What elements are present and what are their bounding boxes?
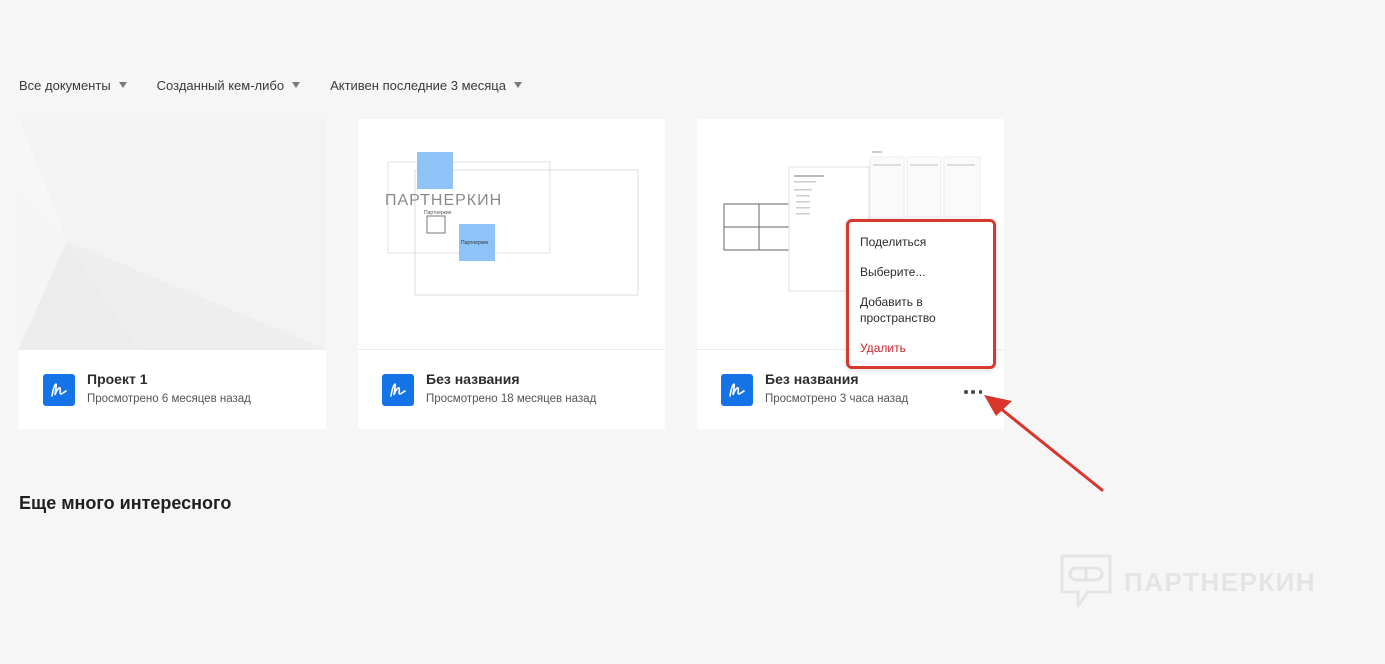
watermark-text: ПАРТНЕРКИН bbox=[1124, 566, 1317, 597]
watermark: ПАРТНЕРКИН bbox=[1058, 552, 1316, 612]
card-thumbnail[interactable]: ПАРТНЕРКИН Партнеркин Партнеркин bbox=[358, 119, 665, 349]
card-footer: Проект 1 Просмотрено 6 месяцев назад bbox=[19, 350, 326, 429]
filter-label: Все документы bbox=[19, 77, 111, 93]
menu-item-add-to-space[interactable]: Добавить в пространство bbox=[849, 291, 993, 329]
filter-label: Активен последние 3 месяца bbox=[330, 77, 506, 93]
filter-active-period[interactable]: Активен последние 3 месяца bbox=[330, 76, 522, 94]
card-footer: Без названия Просмотрено 18 месяцев наза… bbox=[358, 350, 665, 429]
card-subtitle: Просмотрено 3 часа назад bbox=[765, 393, 909, 405]
card-title: Без названия bbox=[426, 371, 520, 387]
sticky-note bbox=[417, 152, 453, 189]
abstract-thumbnail-image bbox=[19, 119, 326, 349]
filter-created-by[interactable]: Созданный кем-либо bbox=[156, 76, 301, 94]
card-subtitle: Просмотрено 6 месяцев назад bbox=[87, 393, 251, 405]
caret-down-icon bbox=[118, 82, 127, 88]
filter-bar: Все документы Созданный кем-либо Активен… bbox=[19, 76, 552, 94]
signature-icon bbox=[382, 374, 414, 406]
more-horizontal-icon-dot bbox=[971, 390, 975, 394]
document-card[interactable]: Проект 1 Просмотрено 6 месяцев назад bbox=[19, 119, 326, 429]
card-subtitle: Просмотрено 18 месяцев назад bbox=[426, 393, 597, 405]
filter-all-documents[interactable]: Все документы bbox=[19, 76, 127, 94]
thumb-note-label: Партнеркин bbox=[461, 240, 489, 246]
filter-label: Созданный кем-либо bbox=[156, 77, 285, 93]
caret-down-icon bbox=[513, 82, 522, 88]
more-horizontal-icon bbox=[964, 390, 968, 394]
menu-item-share[interactable]: Поделиться bbox=[849, 231, 993, 253]
thumb-handwritten-text: ПАРТНЕРКИН bbox=[385, 192, 502, 209]
signature-icon bbox=[721, 374, 753, 406]
section-title: Еще много интересного bbox=[19, 493, 232, 513]
signature-icon bbox=[43, 374, 75, 406]
card-title: Без названия bbox=[765, 371, 859, 387]
menu-item-select[interactable]: Выберите... bbox=[849, 261, 993, 283]
document-card[interactable]: ПАРТНЕРКИН Партнеркин Партнеркин Без наз… bbox=[358, 119, 665, 429]
chat-bubble-logo-icon bbox=[1060, 554, 1112, 608]
thumb-small-label: Партнеркин bbox=[424, 210, 452, 216]
card-thumbnail[interactable] bbox=[19, 119, 326, 349]
menu-item-delete[interactable]: Удалить bbox=[849, 337, 993, 359]
whiteboard-thumbnail-image: ПАРТНЕРКИН Партнеркин Партнеркин bbox=[358, 119, 665, 349]
caret-down-icon bbox=[292, 82, 301, 88]
red-arrow-annotation bbox=[984, 395, 1104, 492]
card-context-menu: Поделиться Выберите... Добавить в простр… bbox=[846, 219, 996, 369]
card-title: Проект 1 bbox=[87, 371, 148, 387]
